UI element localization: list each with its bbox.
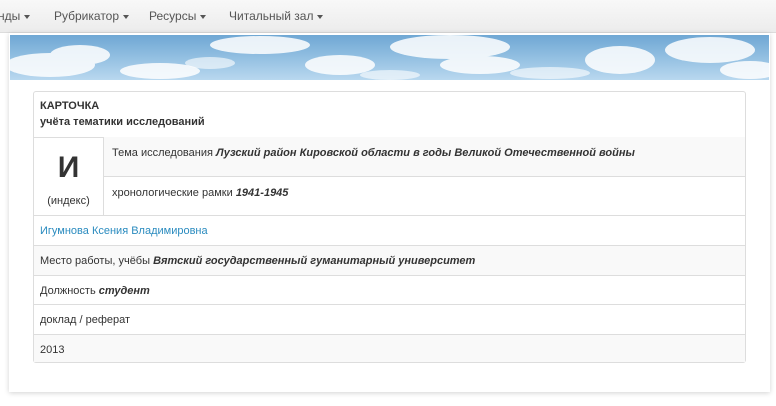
nav-reading-room-label: Читальный зал	[229, 9, 314, 23]
research-card: КАРТОЧКА учёта тематики исследований И (…	[33, 91, 746, 363]
workplace-value: Вятский государственный гуманитарный уни…	[153, 255, 476, 267]
year-text: 2013	[40, 344, 65, 356]
chronology-row: хронологические рамки 1941-1945	[104, 177, 745, 216]
work-type-text: доклад / реферат	[40, 314, 131, 326]
nav-funds-label: нды	[0, 9, 21, 23]
index-letter: И	[57, 151, 80, 184]
position-label: Должность	[40, 285, 96, 297]
topic-text: Тема исследования Лузский район Кировско…	[112, 147, 635, 159]
index-cell: И (индекс)	[34, 137, 104, 216]
workplace-label: Место работы, учёбы	[40, 255, 151, 267]
work-type-row: доклад / реферат	[34, 305, 745, 335]
nav-funds-menu[interactable]: нды	[0, 0, 31, 32]
card-title: КАРТОЧКА	[40, 100, 100, 112]
card-subtitle: учёта тематики исследований	[40, 116, 205, 128]
position-value: студент	[98, 285, 150, 297]
author-row: Игумнова Ксения Владимировна	[34, 216, 745, 246]
nav-rubricator-label: Рубрикатор	[54, 9, 120, 23]
author-link[interactable]: Игумнова Ксения Владимировна	[40, 225, 208, 237]
position-row: Должность студент	[34, 276, 745, 305]
topic-value: Лузский район Кировской области в годы В…	[216, 147, 635, 159]
nav-reading-room-menu[interactable]: Читальный зал	[229, 0, 324, 32]
caret-down-icon	[123, 14, 130, 19]
nav-resources-menu[interactable]: Ресурсы	[149, 0, 207, 32]
workplace-text: Место работы, учёбы Вятский государствен…	[40, 255, 475, 267]
nav-resources-label: Ресурсы	[149, 9, 197, 23]
page-container: КАРТОЧКА учёта тематики исследований И (…	[9, 33, 770, 392]
caret-down-icon	[317, 14, 324, 19]
chronology-value: 1941-1945	[235, 187, 289, 199]
year-row: 2013	[34, 335, 745, 362]
sky-banner-image	[10, 35, 769, 80]
top-navbar: нды Рубрикатор Ресурсы Читальный зал	[0, 0, 776, 33]
caret-down-icon	[200, 14, 207, 19]
topic-label: Тема исследования	[112, 147, 213, 159]
chronology-label: хронологические рамки	[112, 187, 233, 199]
chronology-text: хронологические рамки 1941-1945	[112, 187, 288, 199]
nav-rubricator-menu[interactable]: Рубрикатор	[54, 0, 130, 32]
card-header: КАРТОЧКА учёта тематики исследований	[34, 92, 745, 138]
author-text: Игумнова Ксения Владимировна	[40, 225, 208, 237]
index-label: (индекс)	[47, 195, 90, 207]
topic-row: Тема исследования Лузский район Кировско…	[104, 137, 745, 177]
workplace-row: Место работы, учёбы Вятский государствен…	[34, 246, 745, 276]
position-text: Должность студент	[40, 285, 150, 297]
caret-down-icon	[24, 14, 31, 19]
